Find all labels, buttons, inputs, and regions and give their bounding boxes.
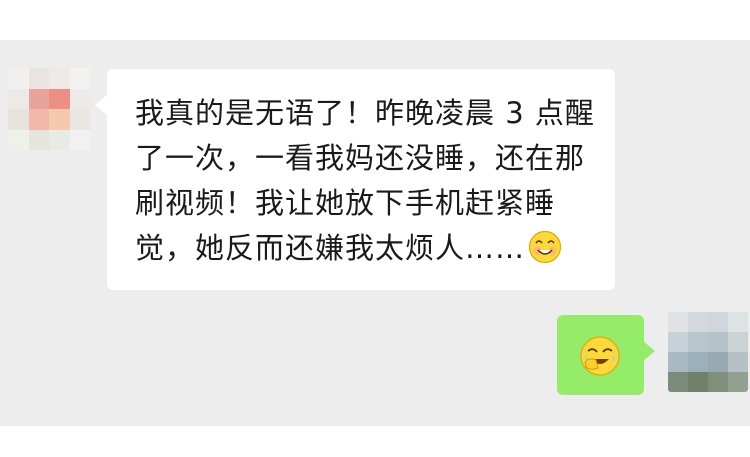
outgoing-message-bubble[interactable]	[557, 315, 655, 395]
message-line: 了一次，一看我妈还没睡，还在那	[135, 141, 586, 175]
message-line: 我真的是无语了！昨晚凌晨 3 点醒	[135, 96, 595, 130]
message-line: 觉，她反而还嫌我太烦人……	[135, 226, 587, 271]
awkward-smile-emoji-icon	[528, 230, 562, 264]
message-line: 刷视频！我让她放下手机赶紧睡	[135, 186, 556, 220]
sender-avatar[interactable]	[8, 68, 90, 150]
chat-area: 我真的是无语了！昨晚凌晨 3 点醒 了一次，一看我妈还没睡，还在那 刷视频！我让…	[0, 40, 750, 426]
incoming-message-bubble[interactable]: 我真的是无语了！昨晚凌晨 3 点醒 了一次，一看我妈还没睡，还在那 刷视频！我让…	[95, 69, 615, 290]
facepalm-laugh-emoji-icon	[580, 336, 620, 376]
message-line-text: 觉，她反而还嫌我太烦人……	[135, 231, 526, 265]
my-avatar[interactable]	[668, 312, 748, 392]
